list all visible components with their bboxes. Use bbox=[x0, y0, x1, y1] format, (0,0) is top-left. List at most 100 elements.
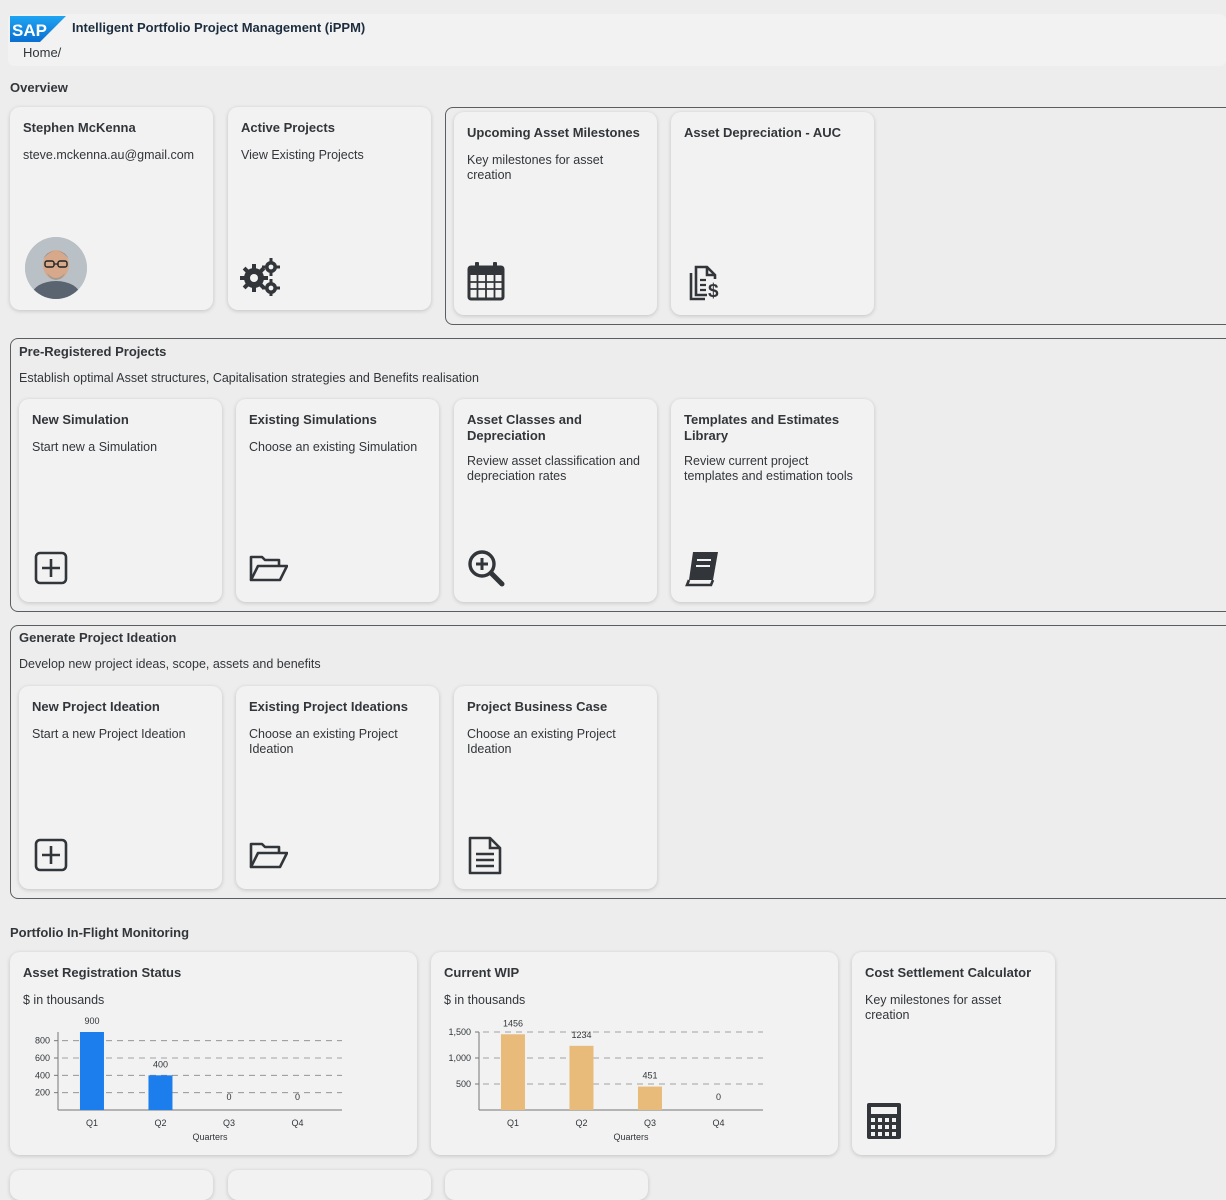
cost-settlement-tile[interactable]: Cost Settlement Calculator Key milestone… bbox=[852, 952, 1055, 1155]
folder-open-icon bbox=[249, 842, 288, 869]
existing-project-ideations-tile[interactable]: Existing Project Ideations Choose an exi… bbox=[236, 686, 439, 889]
bar bbox=[79, 1032, 104, 1110]
svg-text:$: $ bbox=[708, 281, 719, 301]
user-name: Stephen McKenna bbox=[23, 120, 136, 135]
x-axis-label: Quarters bbox=[192, 1132, 228, 1142]
asset-registration-tile[interactable]: Asset Registration Status $ in thousands… bbox=[10, 952, 417, 1155]
data-label: 0 bbox=[226, 1092, 231, 1102]
bar bbox=[637, 1086, 662, 1110]
data-label: 1234 bbox=[571, 1030, 591, 1040]
app-title: Intelligent Portfolio Project Management… bbox=[72, 20, 366, 35]
current-wip-chart: 500 1,000 1,500 1456 Q1 1234 Q2 451 Q3 0 Q4 Quarter… bbox=[448, 1018, 763, 1142]
monitoring-title: Portfolio In-Flight Monitoring bbox=[10, 925, 190, 940]
tile-title: Asset Classes and Depreciation bbox=[467, 412, 582, 443]
tile-subtitle: Start a new Project Ideation bbox=[32, 727, 186, 741]
existing-simulations-tile[interactable]: Existing Simulations Choose an existing … bbox=[236, 399, 439, 602]
folder-open-icon bbox=[249, 555, 288, 582]
current-wip-tile[interactable]: Current WIP $ in thousands 500 1,000 1,500… bbox=[431, 952, 838, 1155]
data-label: 400 bbox=[153, 1059, 168, 1069]
y-tick-label: 1,500 bbox=[448, 1027, 471, 1037]
breadcrumb[interactable]: Home/ bbox=[23, 45, 61, 60]
y-tick-label: 800 bbox=[35, 1036, 50, 1046]
pre-registered-description: Establish optimal Asset structures, Capi… bbox=[19, 371, 479, 385]
avatar bbox=[25, 237, 87, 299]
tile-subtitle: Choose an existing Project Ideation bbox=[467, 727, 616, 756]
bottom-tile-2[interactable] bbox=[228, 1170, 431, 1200]
add-square-icon bbox=[34, 838, 68, 872]
milestones-subtitle: Key milestones for asset creation bbox=[467, 153, 604, 182]
depreciation-title: Asset Depreciation - AUC bbox=[684, 125, 841, 140]
y-tick-label: 1,000 bbox=[448, 1053, 471, 1063]
pre-registered-title: Pre-Registered Projects bbox=[19, 344, 167, 359]
y-tick-label: 500 bbox=[456, 1079, 471, 1089]
y-tick-label: 400 bbox=[35, 1070, 50, 1080]
bar bbox=[569, 1045, 594, 1110]
current-wip-subtitle: $ in thousands bbox=[444, 993, 526, 1007]
x-tick-label: Q3 bbox=[644, 1118, 656, 1128]
active-projects-title: Active Projects bbox=[241, 120, 335, 135]
add-square-icon bbox=[34, 551, 68, 585]
tile-title: New Project Ideation bbox=[32, 699, 160, 714]
x-tick-label: Q1 bbox=[86, 1118, 98, 1128]
x-tick-label: Q4 bbox=[291, 1118, 303, 1128]
x-tick-label: Q2 bbox=[575, 1118, 587, 1128]
bar bbox=[148, 1075, 173, 1110]
calendar-icon bbox=[467, 262, 505, 301]
new-simulation-tile[interactable]: New Simulation Start new a Simulation bbox=[19, 399, 222, 602]
data-label: 0 bbox=[716, 1092, 721, 1102]
upcoming-milestones-tile[interactable]: Upcoming Asset Milestones Key milestones… bbox=[454, 112, 657, 315]
user-tile[interactable]: Stephen McKenna steve.mckenna.au@gmail.c… bbox=[10, 107, 213, 310]
milestones-title: Upcoming Asset Milestones bbox=[467, 125, 640, 140]
active-projects-subtitle: View Existing Projects bbox=[241, 148, 364, 162]
current-wip-title: Current WIP bbox=[444, 965, 520, 980]
tile-title: Existing Simulations bbox=[249, 412, 377, 427]
document-dollar-icon: $ bbox=[689, 265, 721, 301]
tile-title: Project Business Case bbox=[467, 699, 608, 714]
ideation-description: Develop new project ideas, scope, assets… bbox=[19, 657, 321, 671]
ideation-title: Generate Project Ideation bbox=[19, 630, 177, 645]
cost-settlement-title: Cost Settlement Calculator bbox=[865, 965, 1032, 980]
user-email: steve.mckenna.au@gmail.com bbox=[23, 148, 195, 162]
zoom-in-icon bbox=[468, 550, 505, 587]
y-tick-label: 600 bbox=[35, 1053, 50, 1063]
asset-depreciation-tile[interactable]: Asset Depreciation - AUC $ bbox=[671, 112, 874, 315]
book-icon bbox=[685, 552, 718, 587]
templates-library-tile[interactable]: Templates and Estimates Library Review c… bbox=[671, 399, 874, 602]
tile-subtitle: Review current project templates and est… bbox=[684, 454, 853, 483]
tile-title: Templates and Estimates Library bbox=[684, 412, 840, 443]
tile-subtitle: Review asset classification and deprecia… bbox=[467, 454, 640, 483]
document-text-icon bbox=[468, 836, 502, 875]
gears-icon bbox=[240, 258, 280, 296]
tile-subtitle: Start new a Simulation bbox=[32, 440, 158, 454]
bottom-tile-3[interactable] bbox=[445, 1170, 648, 1200]
active-projects-tile[interactable]: Active Projects View Existing Projects bbox=[228, 107, 431, 310]
data-label: 900 bbox=[84, 1016, 99, 1026]
asset-registration-subtitle: $ in thousands bbox=[23, 993, 105, 1007]
asset-classes-tile[interactable]: Asset Classes and Depreciation Review as… bbox=[454, 399, 657, 602]
sap-logo[interactable]: SAP bbox=[10, 16, 66, 42]
tile-title: Existing Project Ideations bbox=[249, 699, 408, 714]
data-label: 0 bbox=[295, 1092, 300, 1102]
tile-subtitle: Choose an existing Simulation bbox=[249, 440, 418, 454]
cost-settlement-subtitle: Key milestones for asset creation bbox=[865, 993, 1002, 1022]
calculator-icon bbox=[867, 1103, 901, 1139]
data-label: 451 bbox=[642, 1071, 657, 1081]
x-axis-label: Quarters bbox=[613, 1132, 649, 1142]
new-project-ideation-tile[interactable]: New Project Ideation Start a new Project… bbox=[19, 686, 222, 889]
x-tick-label: Q2 bbox=[154, 1118, 166, 1128]
data-label: 1456 bbox=[503, 1018, 523, 1028]
bottom-tile-1[interactable] bbox=[10, 1170, 213, 1200]
bar bbox=[500, 1034, 525, 1110]
project-business-case-tile[interactable]: Project Business Case Choose an existing… bbox=[454, 686, 657, 889]
asset-registration-title: Asset Registration Status bbox=[23, 965, 182, 980]
x-tick-label: Q4 bbox=[712, 1118, 724, 1128]
shell-bar: SAP Intelligent Portfolio Project Manage… bbox=[8, 14, 1226, 66]
sap-logo-text: SAP bbox=[12, 21, 47, 40]
overview-title: Overview bbox=[10, 80, 68, 95]
x-tick-label: Q3 bbox=[223, 1118, 235, 1128]
x-tick-label: Q1 bbox=[507, 1118, 519, 1128]
tile-subtitle: Choose an existing Project Ideation bbox=[249, 727, 398, 756]
asset-registration-chart: 200 400 600 800 900 Q1 400 Q2 0 Q3 0 Q4 Quarters bbox=[35, 1016, 342, 1142]
y-tick-label: 200 bbox=[35, 1088, 50, 1098]
tile-title: New Simulation bbox=[32, 412, 129, 427]
